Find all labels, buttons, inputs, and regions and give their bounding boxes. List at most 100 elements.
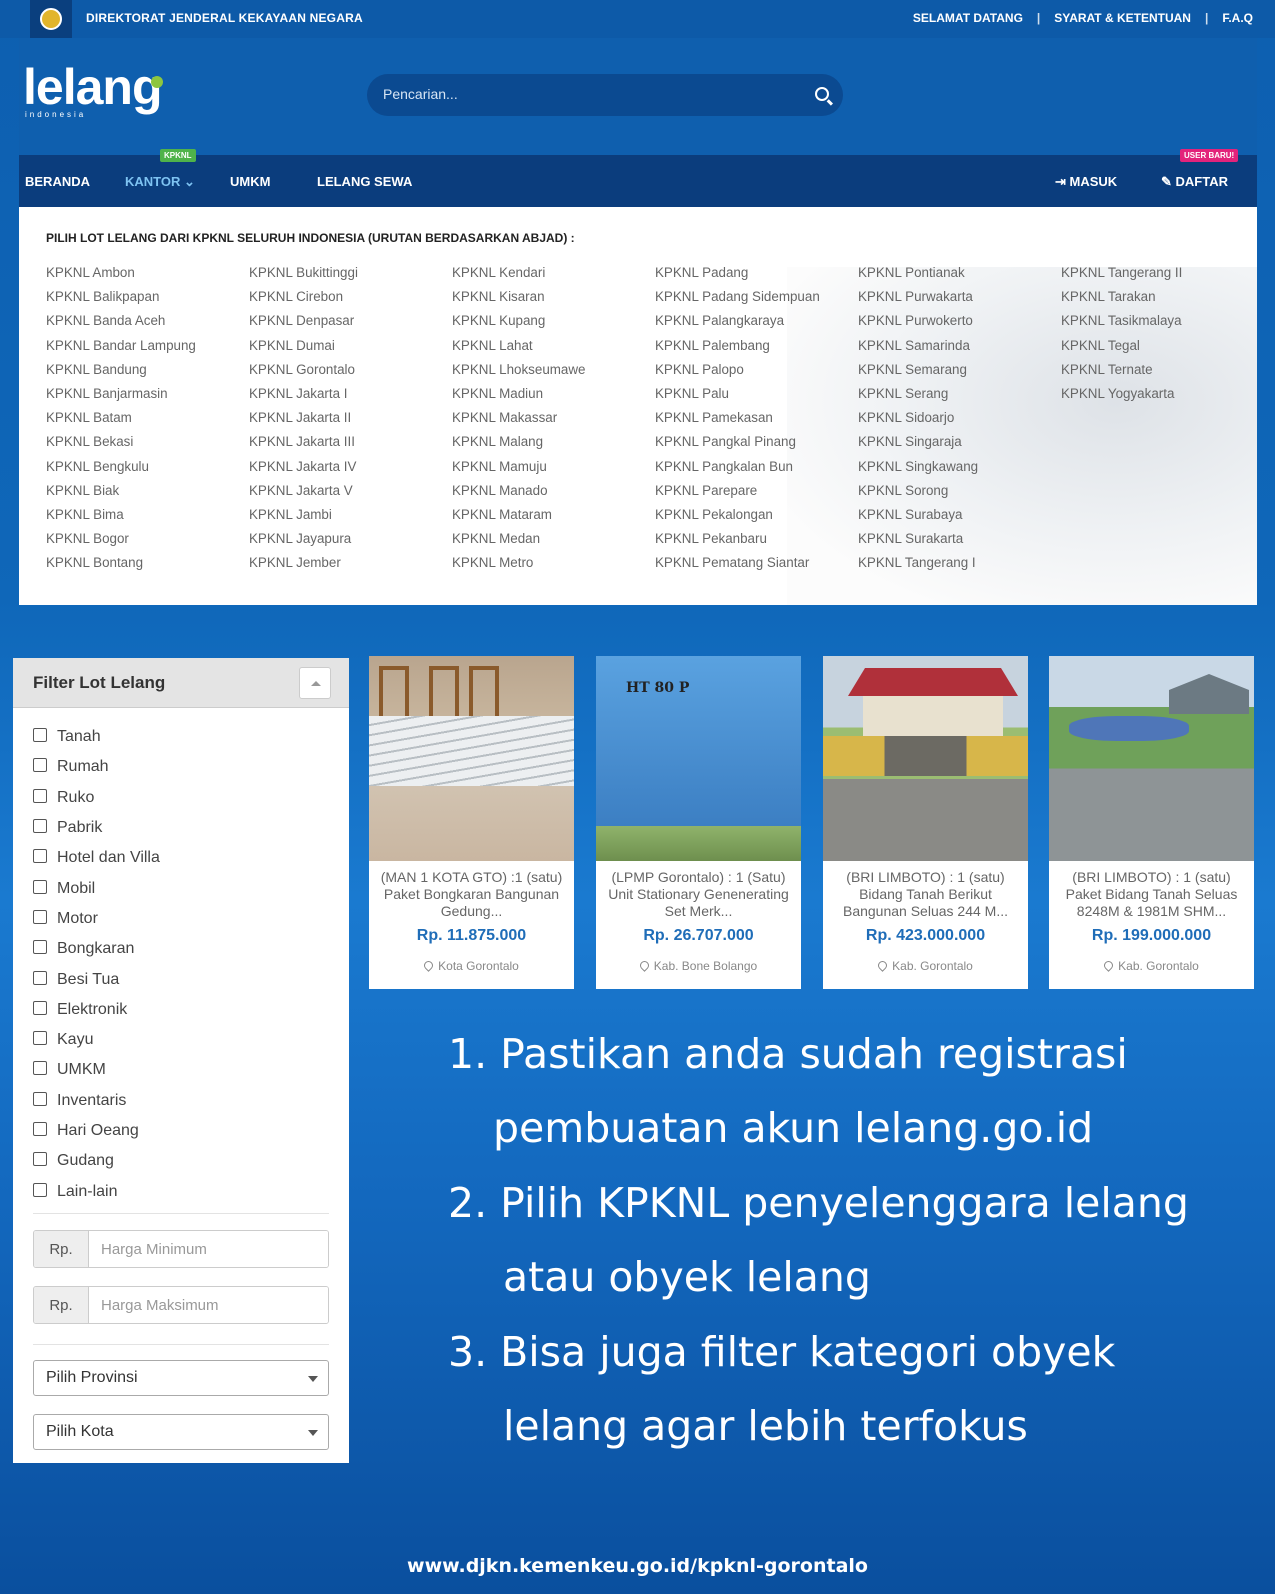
kpknl-office-link[interactable]: KPKNL Dumai [249, 338, 452, 362]
category-checkbox[interactable] [33, 879, 47, 894]
kpknl-office-link[interactable]: KPKNL Pamekasan [655, 410, 858, 434]
lot-title[interactable]: (MAN 1 KOTA GTO) :1 (satu) Paket Bongkar… [377, 869, 566, 920]
category-checkbox[interactable] [33, 1152, 47, 1167]
search-icon[interactable] [815, 87, 829, 101]
login-button[interactable]: ⇥ MASUK [1055, 174, 1117, 190]
category-checkbox[interactable] [33, 1182, 47, 1197]
kpknl-office-link[interactable]: KPKNL Padang [655, 265, 858, 289]
category-option[interactable]: Hari Oeang [33, 1116, 160, 1146]
collapse-button[interactable] [299, 667, 331, 699]
category-checkbox[interactable] [33, 1061, 47, 1076]
nav-umkm[interactable]: UMKM [230, 174, 270, 189]
kpknl-office-link[interactable]: KPKNL Banjarmasin [46, 386, 249, 410]
kpknl-office-link[interactable]: KPKNL Pematang Siantar [655, 555, 858, 579]
kpknl-office-link[interactable]: KPKNL Jakarta V [249, 483, 452, 507]
kpknl-office-link[interactable]: KPKNL Mataram [452, 507, 655, 531]
kpknl-office-link[interactable]: KPKNL Palopo [655, 362, 858, 386]
kpknl-office-link[interactable]: KPKNL Kendari [452, 265, 655, 289]
max-price-input[interactable] [89, 1287, 328, 1323]
category-checkbox[interactable] [33, 940, 47, 955]
kpknl-office-link[interactable]: KPKNL Bandung [46, 362, 249, 386]
kpknl-office-link[interactable]: KPKNL Sorong [858, 483, 1061, 507]
kpknl-office-link[interactable]: KPKNL Sidoarjo [858, 410, 1061, 434]
kpknl-office-link[interactable]: KPKNL Balikpapan [46, 289, 249, 313]
kpknl-office-link[interactable]: KPKNL Palembang [655, 338, 858, 362]
kpknl-office-link[interactable]: KPKNL Makassar [452, 410, 655, 434]
register-button[interactable]: ✎ DAFTAR [1161, 174, 1228, 190]
kpknl-office-link[interactable]: KPKNL Surabaya [858, 507, 1061, 531]
category-option[interactable]: Pabrik [33, 813, 160, 843]
kpknl-office-link[interactable]: KPKNL Singkawang [858, 459, 1061, 483]
faq-link[interactable]: F.A.Q [1222, 11, 1253, 25]
city-select[interactable]: Pilih Kota [33, 1414, 329, 1450]
kpknl-office-link[interactable]: KPKNL Tarakan [1061, 289, 1257, 313]
category-checkbox[interactable] [33, 1091, 47, 1106]
nav-kantor[interactable]: KANTOR ⌄ [125, 174, 195, 190]
category-checkbox[interactable] [33, 819, 47, 834]
kpknl-office-link[interactable]: KPKNL Gorontalo [249, 362, 452, 386]
min-price-input[interactable] [89, 1231, 328, 1267]
kpknl-office-link[interactable]: KPKNL Mamuju [452, 459, 655, 483]
kpknl-office-link[interactable]: KPKNL Bukittinggi [249, 265, 452, 289]
category-option[interactable]: Kayu [33, 1025, 160, 1055]
lelang-logo[interactable]: lelang [23, 58, 164, 116]
category-checkbox[interactable] [33, 909, 47, 924]
kpknl-office-link[interactable]: KPKNL Manado [452, 483, 655, 507]
category-checkbox[interactable] [33, 1000, 47, 1015]
category-option[interactable]: Motor [33, 904, 160, 934]
kpknl-office-link[interactable]: KPKNL Ambon [46, 265, 249, 289]
kpknl-office-link[interactable]: KPKNL Jambi [249, 507, 452, 531]
category-option[interactable]: UMKM [33, 1055, 160, 1085]
kpknl-office-link[interactable]: KPKNL Tangerang II [1061, 265, 1257, 289]
kpknl-office-link[interactable]: KPKNL Cirebon [249, 289, 452, 313]
category-option[interactable]: Inventaris [33, 1086, 160, 1116]
kpknl-office-link[interactable]: KPKNL Purwakarta [858, 289, 1061, 313]
search-input[interactable] [383, 86, 783, 102]
kpknl-office-link[interactable]: KPKNL Palu [655, 386, 858, 410]
nav-beranda[interactable]: BERANDA [25, 174, 90, 189]
kpknl-office-link[interactable]: KPKNL Singaraja [858, 434, 1061, 458]
kpknl-office-link[interactable]: KPKNL Samarinda [858, 338, 1061, 362]
category-checkbox[interactable] [33, 1122, 47, 1136]
lot-title[interactable]: (BRI LIMBOTO) : 1 (satu) Bidang Tanah Be… [831, 869, 1020, 920]
kpknl-office-link[interactable]: KPKNL Madiun [452, 386, 655, 410]
lot-title[interactable]: (LPMP Gorontalo) : 1 (Satu) Unit Station… [604, 869, 793, 920]
kpknl-office-link[interactable]: KPKNL Purwokerto [858, 313, 1061, 337]
kpknl-office-link[interactable]: KPKNL Metro [452, 555, 655, 579]
kpknl-office-link[interactable]: KPKNL Batam [46, 410, 249, 434]
kpknl-office-link[interactable]: KPKNL Tasikmalaya [1061, 313, 1257, 337]
lot-card[interactable]: (BRI LIMBOTO) : 1 (satu) Paket Bidang Ta… [1049, 656, 1254, 989]
kpknl-office-link[interactable]: KPKNL Parepare [655, 483, 858, 507]
category-option[interactable]: Gudang [33, 1146, 160, 1176]
category-checkbox[interactable] [33, 758, 47, 773]
category-checkbox[interactable] [33, 728, 47, 743]
kpknl-office-link[interactable]: KPKNL Pekalongan [655, 507, 858, 531]
kpknl-office-link[interactable]: KPKNL Yogyakarta [1061, 386, 1257, 410]
category-option[interactable]: Besi Tua [33, 964, 160, 994]
kpknl-office-link[interactable]: KPKNL Tangerang I [858, 555, 1061, 579]
kpknl-office-link[interactable]: KPKNL Semarang [858, 362, 1061, 386]
category-option[interactable]: Lain-lain [33, 1176, 160, 1206]
kpknl-office-link[interactable]: KPKNL Malang [452, 434, 655, 458]
kpknl-office-link[interactable]: KPKNL Banda Aceh [46, 313, 249, 337]
kpknl-office-link[interactable]: KPKNL Jakarta II [249, 410, 452, 434]
kpknl-office-link[interactable]: KPKNL Jember [249, 555, 452, 579]
kpknl-office-link[interactable]: KPKNL Bekasi [46, 434, 249, 458]
lot-card[interactable]: (MAN 1 KOTA GTO) :1 (satu) Paket Bongkar… [369, 656, 574, 989]
kpknl-office-link[interactable]: KPKNL Denpasar [249, 313, 452, 337]
nav-lelang-sewa[interactable]: LELANG SEWA [317, 174, 412, 189]
lot-card[interactable]: HT 80 P (LPMP Gorontalo) : 1 (Satu) Unit… [596, 656, 801, 989]
terms-link[interactable]: SYARAT & KETENTUAN [1054, 11, 1191, 25]
category-option[interactable]: Tanah [33, 722, 160, 752]
kpknl-office-link[interactable]: KPKNL Pekanbaru [655, 531, 858, 555]
category-option[interactable]: Rumah [33, 752, 160, 782]
kpknl-office-link[interactable]: KPKNL Lahat [452, 338, 655, 362]
kpknl-office-link[interactable]: KPKNL Pontianak [858, 265, 1061, 289]
lot-title[interactable]: (BRI LIMBOTO) : 1 (satu) Paket Bidang Ta… [1057, 869, 1246, 920]
category-option[interactable]: Bongkaran [33, 934, 160, 964]
kpknl-office-link[interactable]: KPKNL Palangkaraya [655, 313, 858, 337]
category-checkbox[interactable] [33, 788, 47, 803]
kpknl-office-link[interactable]: KPKNL Padang Sidempuan [655, 289, 858, 313]
category-checkbox[interactable] [33, 849, 47, 864]
kpknl-office-link[interactable]: KPKNL Pangkal Pinang [655, 434, 858, 458]
